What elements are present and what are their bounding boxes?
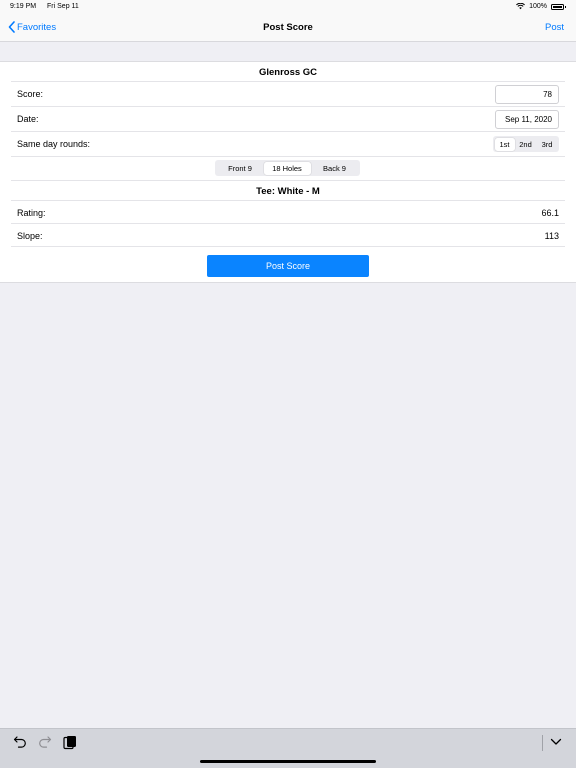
redo-icon[interactable] bbox=[38, 735, 52, 749]
chevron-down-icon[interactable] bbox=[550, 738, 562, 746]
navigation-bar: Favorites Post Score Post bbox=[0, 14, 576, 42]
post-score-button[interactable]: Post Score bbox=[207, 255, 369, 277]
page-title: Post Score bbox=[263, 22, 313, 33]
tee-title: Tee: White - M bbox=[256, 186, 320, 197]
holes-segmented-control: Front 9 18 Holes Back 9 bbox=[215, 160, 360, 176]
same-day-row: Same day rounds: 1st 2nd 3rd bbox=[11, 132, 565, 157]
home-indicator bbox=[200, 760, 376, 763]
toolbar-divider bbox=[542, 735, 543, 751]
status-date: Fri Sep 11 bbox=[47, 3, 79, 10]
segment-1st[interactable]: 1st bbox=[494, 137, 515, 151]
score-field[interactable]: 78 bbox=[495, 85, 559, 104]
rating-value: 66.1 bbox=[541, 208, 559, 218]
post-button[interactable]: Post bbox=[545, 22, 564, 33]
status-time: 9:19 PM bbox=[10, 3, 37, 10]
holes-row: Front 9 18 Holes Back 9 bbox=[11, 157, 565, 181]
segment-18-holes[interactable]: 18 Holes bbox=[263, 161, 311, 175]
rating-row: Rating: 66.1 bbox=[11, 201, 565, 224]
paste-icon[interactable] bbox=[63, 735, 77, 750]
score-label: Score: bbox=[17, 89, 44, 99]
slope-value: 113 bbox=[544, 231, 559, 241]
post-score-form: Glenross GC Score: 78 Date: Sep 11, 2020… bbox=[0, 61, 576, 283]
date-picker[interactable]: Sep 11, 2020 bbox=[495, 110, 559, 129]
wifi-icon bbox=[516, 3, 526, 10]
battery-percent: 100% bbox=[529, 3, 547, 10]
same-day-segmented-control: 1st 2nd 3rd bbox=[493, 136, 559, 152]
rating-label: Rating: bbox=[17, 208, 46, 218]
tee-header: Tee: White - M bbox=[11, 181, 565, 201]
battery-icon bbox=[551, 3, 566, 10]
slope-label: Slope: bbox=[17, 231, 43, 241]
status-bar: 9:19 PM Fri Sep 11 100% bbox=[0, 0, 576, 14]
undo-icon[interactable] bbox=[13, 735, 27, 749]
segment-front-9[interactable]: Front 9 bbox=[217, 162, 264, 175]
segment-3rd[interactable]: 3rd bbox=[537, 138, 558, 151]
course-header: Glenross GC bbox=[11, 62, 565, 82]
slope-row: Slope: 113 bbox=[11, 224, 565, 247]
keyboard-shortcut-bar bbox=[0, 728, 576, 768]
segment-back-9[interactable]: Back 9 bbox=[311, 162, 359, 175]
course-name: Glenross GC bbox=[258, 67, 318, 78]
same-day-label: Same day rounds: bbox=[17, 139, 91, 149]
segment-2nd[interactable]: 2nd bbox=[515, 138, 537, 151]
date-label: Date: bbox=[17, 114, 39, 124]
date-row: Date: Sep 11, 2020 bbox=[11, 107, 565, 132]
score-row: Score: 78 bbox=[11, 82, 565, 107]
